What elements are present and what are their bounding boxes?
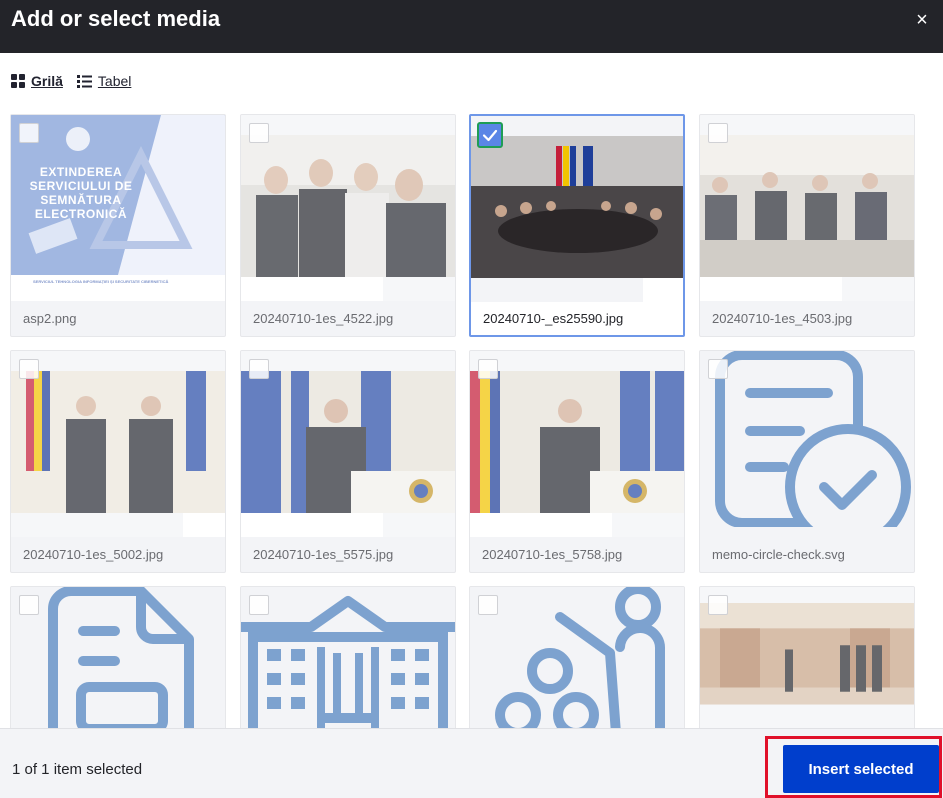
- highlight-box: Insert selected: [765, 736, 942, 798]
- select-checkbox[interactable]: [249, 123, 269, 143]
- close-icon[interactable]: ×: [911, 9, 933, 31]
- dialog-titlebar: Add or select media ×: [0, 0, 943, 53]
- media-card[interactable]: [469, 586, 685, 728]
- media-filename: 20240710-1es_5002.jpg: [23, 547, 164, 562]
- tab-grid-label: Grilă: [31, 73, 63, 89]
- media-card[interactable]: [699, 586, 915, 728]
- select-checkbox[interactable]: [708, 595, 728, 615]
- media-thumbnail: [241, 587, 455, 728]
- meeting-room-photo: [471, 136, 683, 278]
- select-checkbox[interactable]: [708, 359, 728, 379]
- media-thumbnail: [241, 351, 455, 537]
- media-thumbnail: [700, 587, 914, 728]
- insert-selected-button[interactable]: Insert selected: [783, 745, 939, 793]
- memo-circle-check-icon: [700, 351, 914, 537]
- person-chalkboard-icon: [495, 587, 665, 728]
- media-thumbnail: [470, 351, 684, 537]
- media-card[interactable]: 20240710-1es_4503.jpg: [699, 114, 915, 337]
- tab-table-label: Tabel: [97, 73, 132, 89]
- media-card-selected[interactable]: 20240710-_es25590.jpg: [469, 114, 685, 337]
- media-filename: 20240710-1es_4503.jpg: [712, 311, 853, 326]
- select-checkbox-checked[interactable]: [477, 122, 503, 148]
- media-filename: asp2.png: [23, 311, 77, 326]
- dialog-footer: 1 of 1 item selected Insert selected: [0, 728, 943, 798]
- media-thumbnail: [11, 587, 225, 728]
- list-icon: [76, 74, 92, 88]
- media-card[interactable]: 20240710-1es_5575.jpg: [240, 350, 456, 573]
- media-thumbnail: [11, 351, 225, 537]
- select-checkbox[interactable]: [249, 595, 269, 615]
- view-mode-tabs: Grilă Tabel: [11, 70, 145, 92]
- dialog-title: Add or select media: [11, 6, 221, 31]
- media-thumbnail: [700, 115, 914, 301]
- media-card[interactable]: [10, 586, 226, 728]
- selection-count: 1 of 1 item selected: [12, 761, 143, 778]
- file-lines-icon: [48, 587, 194, 728]
- media-dialog: Add or select media × Grilă Tabel EXTIND…: [0, 0, 943, 798]
- media-thumbnail: [470, 587, 684, 728]
- media-card[interactable]: memo-circle-check.svg: [699, 350, 915, 573]
- media-filename: 20240710-1es_4522.jpg: [253, 311, 394, 326]
- media-filename: 20240710-_es25590.jpg: [483, 311, 624, 326]
- select-checkbox[interactable]: [19, 359, 39, 379]
- media-thumbnail: [700, 351, 914, 537]
- tab-table[interactable]: Tabel: [76, 73, 132, 89]
- checkmark-icon: [482, 129, 498, 142]
- select-checkbox[interactable]: [708, 123, 728, 143]
- media-thumbnail: [471, 116, 683, 302]
- media-grid: EXTINDEREA SERVICIULUI DE SEMNĂTURA ELEC…: [10, 114, 920, 728]
- media-card[interactable]: EXTINDEREA SERVICIULUI DE SEMNĂTURA ELEC…: [10, 114, 226, 337]
- media-card[interactable]: 20240710-1es_5002.jpg: [10, 350, 226, 573]
- media-filename: 20240710-1es_5758.jpg: [482, 547, 623, 562]
- building-columns-icon: [241, 596, 455, 728]
- media-thumbnail: [241, 115, 455, 301]
- grid-icon: [11, 74, 25, 88]
- select-checkbox[interactable]: [19, 123, 39, 143]
- media-card[interactable]: [240, 586, 456, 728]
- select-checkbox[interactable]: [478, 595, 498, 615]
- media-thumbnail: EXTINDEREA SERVICIULUI DE SEMNĂTURA ELEC…: [11, 115, 225, 301]
- tab-grid[interactable]: Grilă: [11, 73, 63, 89]
- media-filename: 20240710-1es_5575.jpg: [253, 547, 394, 562]
- media-card[interactable]: 20240710-1es_5758.jpg: [469, 350, 685, 573]
- media-card[interactable]: 20240710-1es_4522.jpg: [240, 114, 456, 337]
- select-checkbox[interactable]: [249, 359, 269, 379]
- media-filename: memo-circle-check.svg: [712, 547, 845, 562]
- select-checkbox[interactable]: [478, 359, 498, 379]
- select-checkbox[interactable]: [19, 595, 39, 615]
